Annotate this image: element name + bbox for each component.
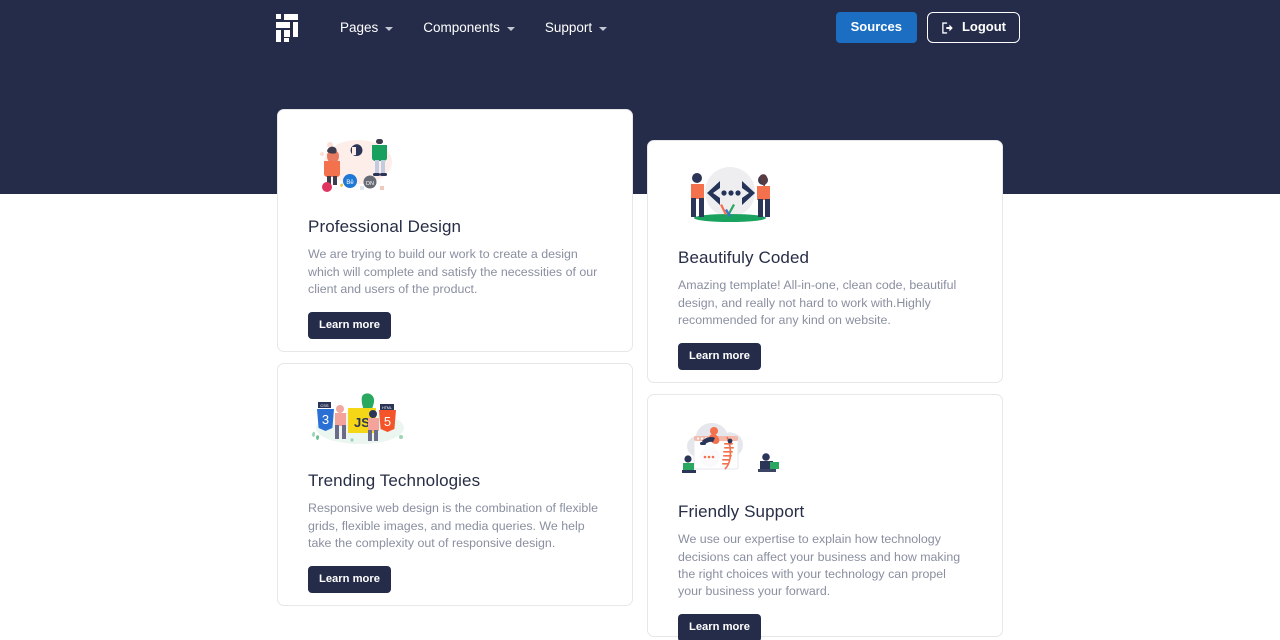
chevron-down-icon xyxy=(506,26,515,31)
svg-text:HTML: HTML xyxy=(382,406,392,410)
learn-more-button[interactable]: Learn more xyxy=(678,614,761,640)
card-body-text: Amazing template! All-in-one, clean code… xyxy=(678,278,957,327)
sources-button[interactable]: Sources xyxy=(835,12,917,43)
sign-out-icon xyxy=(941,21,955,35)
design-team-illustration: Bē DN xyxy=(308,134,412,196)
feature-card-professional-design[interactable]: Bē DN Professional Design We are trying … xyxy=(277,109,633,352)
svg-text:DN: DN xyxy=(366,181,374,187)
support-chat-illustration xyxy=(678,419,782,481)
svg-text:5: 5 xyxy=(384,414,391,429)
card-body-text: We are trying to build our work to creat… xyxy=(308,247,598,296)
feature-card-friendly-support[interactable]: Friendly Support We use our expertise to… xyxy=(647,394,1003,640)
svg-text:CSS: CSS xyxy=(320,403,329,408)
card-title: Friendly Support xyxy=(678,502,805,521)
nav-item-label: Components xyxy=(423,19,500,35)
feature-card-trending-technologies[interactable]: CSS 3 JS HTML 5 Trending Technologies Re… xyxy=(277,363,633,606)
nav-item-label: Pages xyxy=(340,19,379,35)
nav-actions: Sources Logout xyxy=(835,12,1020,43)
code-brackets-illustration xyxy=(678,165,782,227)
page-root: Pages Components Support Sources Logout … xyxy=(0,0,1280,640)
card-body-text: We use our expertise to explain how tech… xyxy=(678,532,961,598)
svg-text:JS: JS xyxy=(354,415,370,430)
nav-item-label: Support xyxy=(544,19,593,35)
nav-item-support[interactable]: Support xyxy=(543,15,609,41)
logout-button[interactable]: Logout xyxy=(926,12,1020,43)
nav-item-components[interactable]: Components xyxy=(421,15,517,41)
card-title: Professional Design xyxy=(308,217,462,236)
logout-label: Logout xyxy=(961,19,1006,35)
nav-links: Pages Components Support xyxy=(338,15,836,41)
card-title: Trending Technologies xyxy=(308,471,481,490)
grid-logo[interactable] xyxy=(276,13,304,42)
nav-item-pages[interactable]: Pages xyxy=(338,15,395,41)
chevron-down-icon xyxy=(385,26,394,31)
feature-card-beautifuly-coded[interactable]: Beautifuly Coded Amazing template! All-i… xyxy=(647,140,1003,383)
svg-text:3: 3 xyxy=(322,412,329,427)
learn-more-button[interactable]: Learn more xyxy=(678,343,761,371)
svg-text:Bē: Bē xyxy=(346,180,354,186)
learn-more-button[interactable]: Learn more xyxy=(308,312,391,340)
chevron-down-icon xyxy=(599,26,608,31)
card-body-text: Responsive web design is the combination… xyxy=(308,501,598,550)
learn-more-button[interactable]: Learn more xyxy=(308,566,391,594)
card-title: Beautifuly Coded xyxy=(678,248,810,267)
web-technologies-illustration: CSS 3 JS HTML 5 xyxy=(308,388,412,450)
top-navigation-bar: Pages Components Support Sources Logout xyxy=(0,0,1280,55)
